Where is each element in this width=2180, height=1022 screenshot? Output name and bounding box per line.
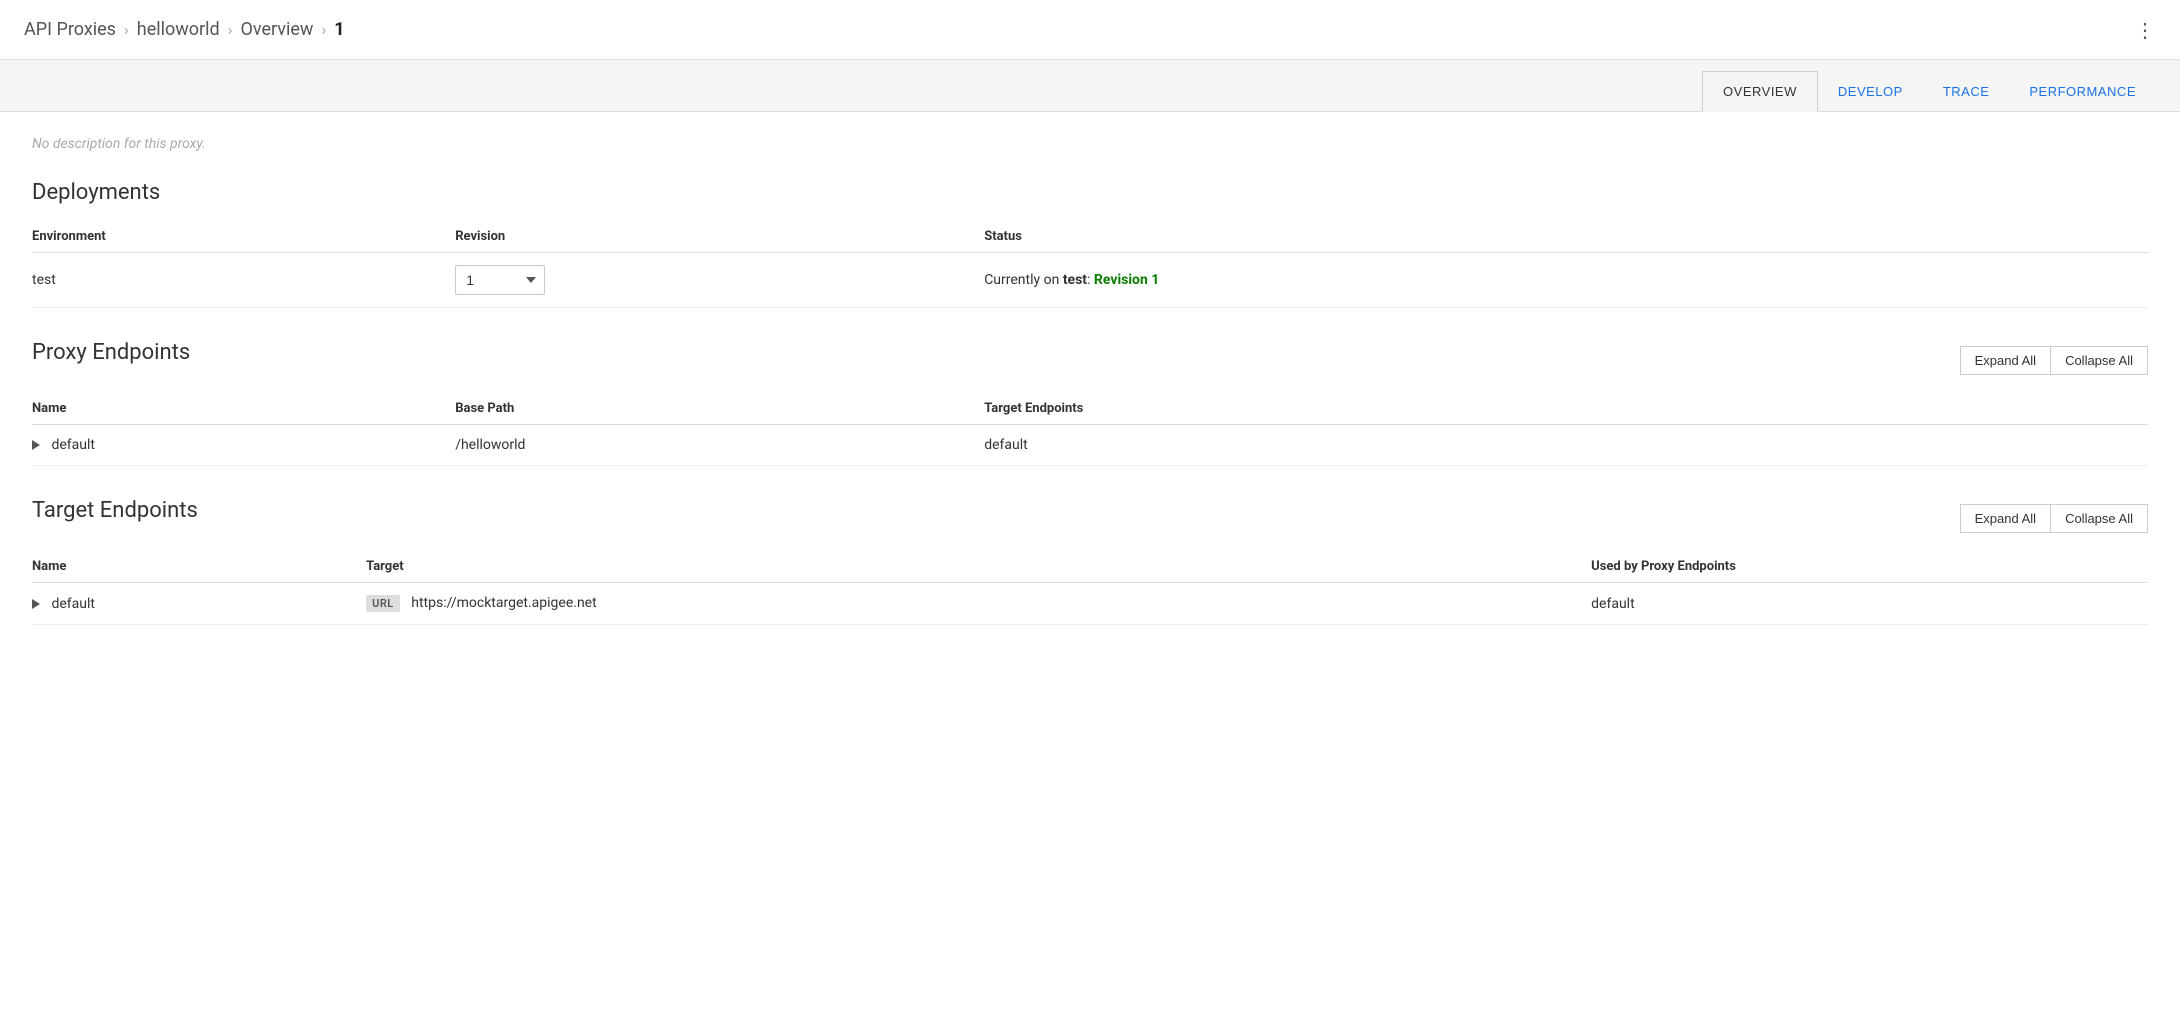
pe-row-basepath: /helloworld [455,425,984,466]
te-row-target: URL https://mocktarget.apigee.net [366,583,1591,625]
deployment-revision-label: Revision 1 [1094,272,1159,288]
breadcrumb-helloworld[interactable]: helloworld [137,19,220,40]
table-row: default /helloworld default [32,425,2148,466]
te-col-used: Used by Proxy Endpoints [1591,551,2148,583]
deployments-table: Environment Revision Status test 1 2 3 [32,221,2148,308]
expand-triangle-icon[interactable] [32,599,40,609]
breadcrumb: API Proxies › helloworld › Overview › 1 [24,19,345,40]
proxy-endpoints-title: Proxy Endpoints [32,340,190,365]
pe-col-target: Target Endpoints [984,393,2148,425]
target-endpoints-collapse-all[interactable]: Collapse All [2050,504,2148,533]
proxy-endpoints-section: Proxy Endpoints Expand All Collapse All … [32,340,2148,466]
target-endpoints-buttons: Expand All Collapse All [1960,504,2148,533]
proxy-endpoints-expand-all[interactable]: Expand All [1960,346,2051,375]
tab-trace[interactable]: TRACE [1923,72,2010,111]
more-options-icon[interactable]: ⋮ [2135,18,2156,42]
proxy-description: No description for this proxy. [32,136,2148,152]
proxy-endpoints-header: Proxy Endpoints Expand All Collapse All [32,340,2148,381]
breadcrumb-overview[interactable]: Overview [241,19,314,40]
pe-col-basepath: Base Path [455,393,984,425]
main-content: No description for this proxy. Deploymen… [0,112,2180,1022]
target-endpoints-title: Target Endpoints [32,498,198,523]
tab-bar: OVERVIEW DEVELOP TRACE PERFORMANCE [0,60,2180,112]
target-endpoints-section: Target Endpoints Expand All Collapse All… [32,498,2148,625]
target-endpoints-header: Target Endpoints Expand All Collapse All [32,498,2148,539]
pe-row-name: default [32,425,455,466]
tab-performance[interactable]: PERFORMANCE [2009,72,2156,111]
proxy-endpoints-table: Name Base Path Target Endpoints default … [32,393,2148,466]
breadcrumb-sep-2: › [228,20,233,39]
deployments-col-revision: Revision [455,221,984,253]
proxy-endpoints-collapse-all[interactable]: Collapse All [2050,346,2148,375]
deployment-environment: test [32,253,455,308]
deployments-section: Deployments Environment Revision Status … [32,180,2148,308]
table-row: default URL https://mocktarget.apigee.ne… [32,583,2148,625]
breadcrumb-api-proxies[interactable]: API Proxies [24,19,116,40]
revision-select[interactable]: 1 2 3 [455,265,545,295]
deployments-col-status: Status [984,221,2148,253]
te-row-name: default [32,583,366,625]
tab-develop[interactable]: DEVELOP [1818,72,1923,111]
target-endpoints-table: Name Target Used by Proxy Endpoints defa… [32,551,2148,625]
breadcrumb-current: 1 [334,19,344,40]
tab-overview[interactable]: OVERVIEW [1702,71,1818,112]
deployment-status: Currently on test: Revision 1 [984,272,1159,288]
target-endpoints-expand-all[interactable]: Expand All [1960,504,2051,533]
te-row-used: default [1591,583,2148,625]
breadcrumb-sep-1: › [124,20,129,39]
top-bar: API Proxies › helloworld › Overview › 1 … [0,0,2180,60]
proxy-endpoints-buttons: Expand All Collapse All [1960,346,2148,375]
te-col-name: Name [32,551,366,583]
te-col-target: Target [366,551,1591,583]
breadcrumb-sep-3: › [321,20,326,39]
deployments-col-environment: Environment [32,221,455,253]
pe-col-name: Name [32,393,455,425]
deployments-title: Deployments [32,180,2148,205]
expand-triangle-icon[interactable] [32,440,40,450]
pe-row-target: default [984,425,2148,466]
table-row: test 1 2 3 Currently on test: [32,253,2148,308]
url-badge: URL [366,595,400,612]
